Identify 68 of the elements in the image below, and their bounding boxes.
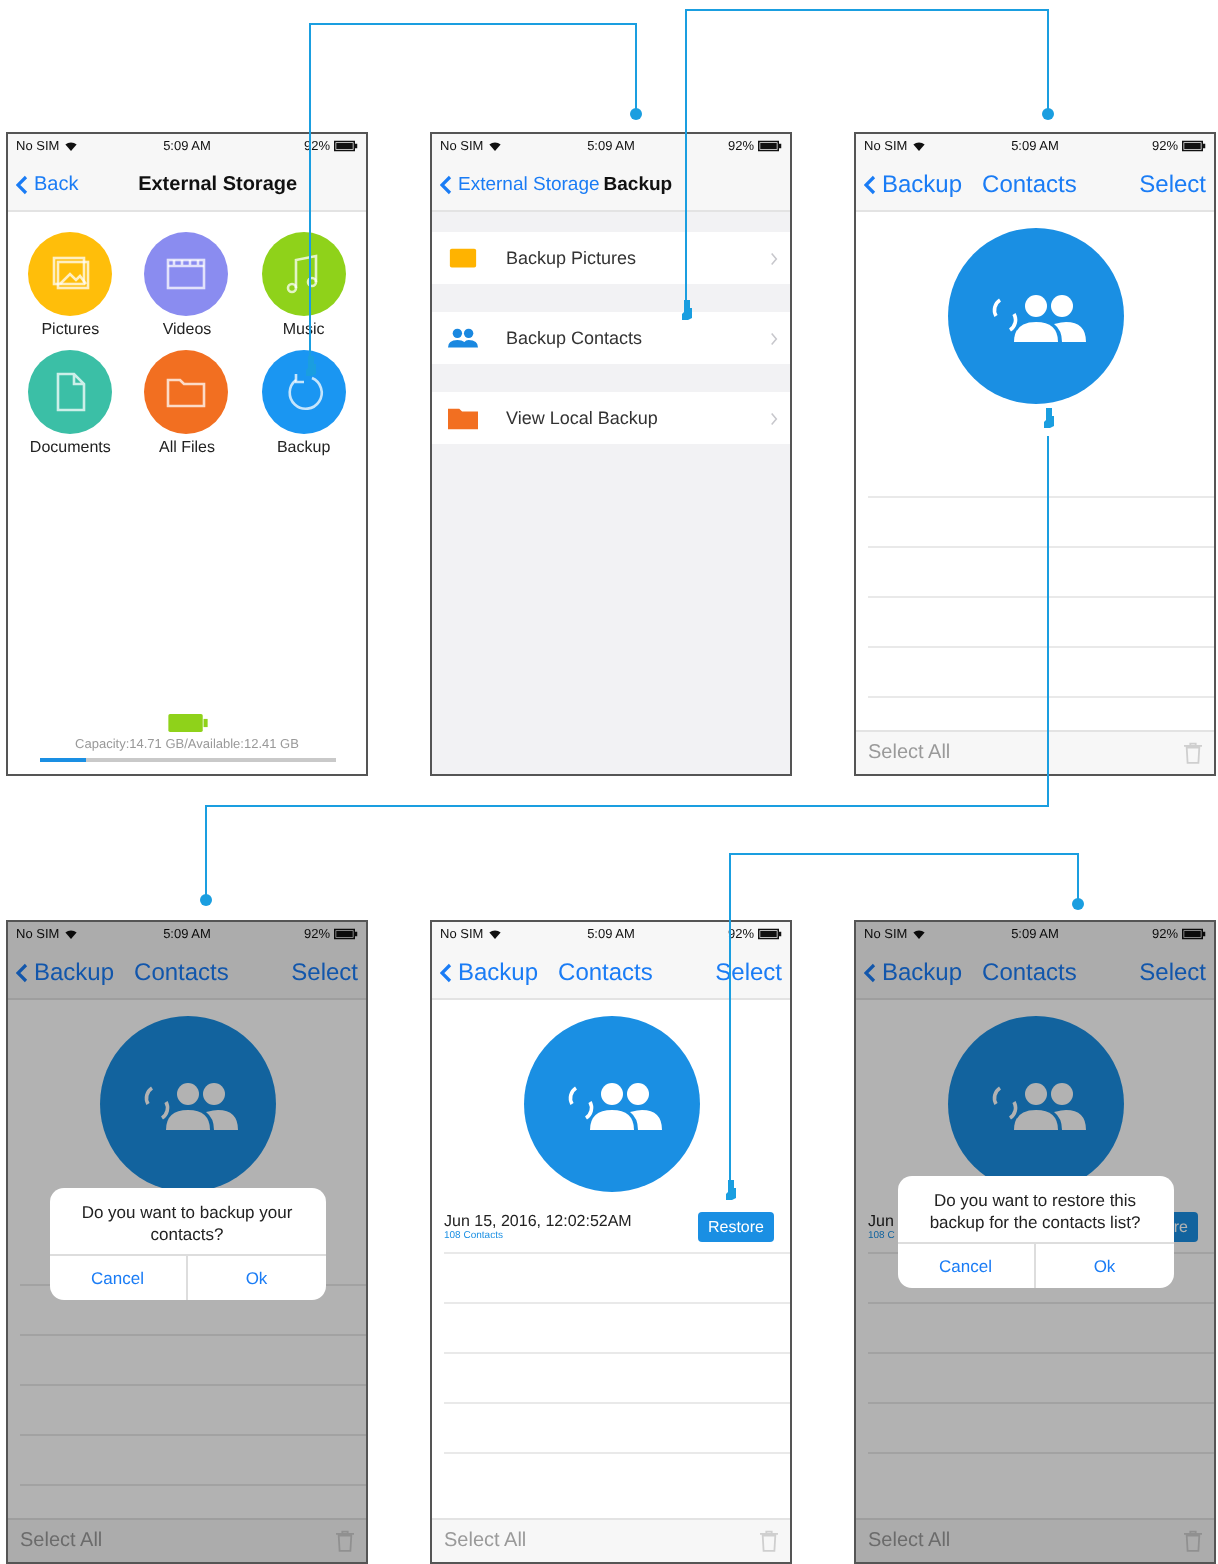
select-all-button[interactable]: Select All [444,1530,527,1552]
back-chevron-icon [440,173,452,195]
battery-icon [167,714,207,732]
backup-date: Jun 15, 2016, 12:02:52AM [444,1211,632,1229]
menu-item[interactable]: Backup Contacts [432,312,790,364]
category-tile[interactable]: Pictures [12,232,129,338]
battery-icon [334,928,358,940]
ok-button[interactable]: Ok [186,1256,325,1301]
back-button[interactable]: Back [16,173,139,195]
back-chevron-icon [864,961,876,983]
select-button[interactable]: Select [1139,170,1206,198]
contacts-backup-icon [523,1016,699,1192]
back-button[interactable]: Backup [16,958,115,986]
wifi-icon [487,140,502,152]
backup-date: Jun [868,1211,895,1229]
back-chevron-icon [440,961,452,983]
select-all-button[interactable]: Select All [20,1530,103,1552]
battery-icon [758,140,782,152]
trash-icon[interactable] [1184,1530,1202,1552]
back-button[interactable]: Backup [864,170,963,198]
cancel-button[interactable]: Cancel [49,1256,186,1301]
category-tile[interactable]: Backup [245,350,362,456]
cancel-button[interactable]: Cancel [897,1244,1034,1289]
select-all-button[interactable]: Select All [868,742,951,764]
back-button[interactable]: Backup [440,958,539,986]
select-all-button[interactable]: Select All [868,1530,951,1552]
select-button[interactable]: Select [291,958,358,986]
tap-hand-icon [1044,408,1054,428]
back-chevron-icon [16,173,28,195]
back-button[interactable]: External Storage [440,173,600,195]
back-chevron-icon [864,173,876,195]
trash-icon[interactable] [1184,742,1202,764]
category-tile[interactable]: Documents [12,350,129,456]
trash-icon[interactable] [760,1530,778,1552]
nav-title: Backup [603,173,673,195]
nav-title: Contacts [134,958,231,986]
nav-title: External Storage [138,173,300,195]
tap-hand-icon [682,300,692,320]
wifi-icon [63,140,78,152]
select-button[interactable]: Select [1139,958,1206,986]
category-tile[interactable]: Videos [128,232,246,338]
menu-item[interactable]: Backup Pictures [432,232,790,284]
category-tile[interactable]: All Files [128,350,246,456]
wifi-icon [911,928,926,940]
chevron-right-icon [770,251,778,265]
dialog-message: Do you want to restore this backup for the contacts list? [927,1188,1143,1236]
battery-icon [1182,140,1206,152]
battery-icon [758,928,782,940]
tap-hand-icon [726,1180,736,1200]
wifi-icon [487,928,502,940]
tap-hand-icon [306,356,316,376]
nav-title: Contacts [982,170,1079,198]
restore-button[interactable]: Restore [697,1211,774,1241]
back-button[interactable]: Backup [864,958,963,986]
contacts-backup-icon [947,228,1123,404]
chevron-right-icon [770,331,778,345]
wifi-icon [63,928,78,940]
nav-title: Contacts [982,958,1079,986]
back-chevron-icon [16,961,28,983]
trash-icon[interactable] [336,1530,354,1552]
battery-icon [334,140,358,152]
battery-icon [1182,928,1206,940]
ok-button[interactable]: Ok [1034,1244,1173,1289]
menu-item[interactable]: View Local Backup [432,392,790,444]
nav-title: Contacts [558,958,655,986]
dialog-message: Do you want to backup your contacts? [79,1200,295,1248]
chevron-right-icon [770,411,778,425]
wifi-icon [911,140,926,152]
